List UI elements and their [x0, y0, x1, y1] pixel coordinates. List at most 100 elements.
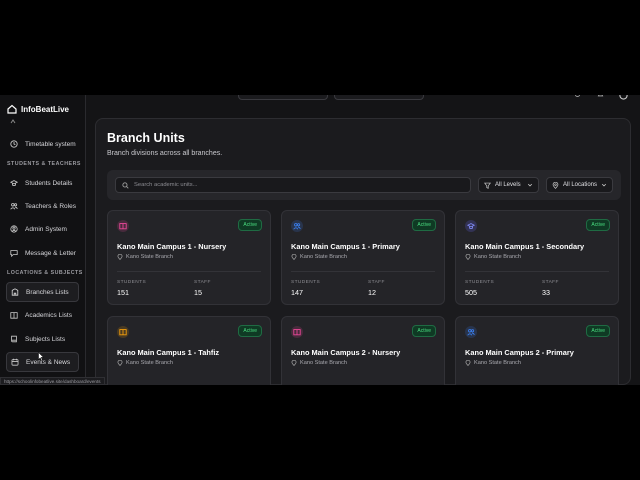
staff-count: 33	[542, 288, 550, 297]
sidebar-item-students[interactable]: Students Details	[6, 173, 79, 193]
scroll-indicator-icon	[10, 119, 16, 124]
chevron-down-icon	[601, 183, 607, 187]
status-badge: Active	[412, 325, 436, 337]
sidebar-item-academics[interactable]: Academics Lists	[6, 305, 79, 325]
map-pin-icon	[465, 254, 471, 260]
sidebar-item-label: Branches Lists	[26, 288, 69, 296]
sidebar-item-label: Admin System	[25, 225, 67, 233]
students-label: STUDENTS	[117, 280, 147, 285]
graduation-cap-icon	[465, 220, 477, 232]
status-bar-url: https://schoolinfobeatlive.site/dashboar…	[0, 377, 105, 385]
card-location: Kano State Branch	[465, 360, 521, 366]
card-location: Kano State Branch	[291, 360, 347, 366]
top-bar	[86, 95, 640, 101]
divider	[117, 271, 261, 272]
section-label-students-teachers: STUDENTS & TEACHERS	[7, 161, 81, 167]
brand[interactable]: InfoBeatLive	[7, 104, 69, 114]
staff-count: 15	[194, 288, 202, 297]
academics-icon	[10, 311, 18, 319]
card-title: Kano Main Campus 1 - Primary	[291, 242, 400, 251]
branch-card[interactable]: Active Kano Main Campus 1 - Primary Kano…	[281, 210, 445, 305]
branch-card[interactable]: Active Kano Main Campus 1 - Nursery Kano…	[107, 210, 271, 305]
graduation-cap-icon	[10, 179, 18, 187]
users-icon	[291, 220, 303, 232]
card-title: Kano Main Campus 1 - Tahfiz	[117, 348, 220, 357]
card-location: Kano State Branch	[117, 360, 173, 366]
book-icon	[291, 326, 303, 338]
add-member-button[interactable]	[334, 95, 424, 100]
status-badge: Active	[238, 325, 262, 337]
section-label-locations-subjects: LOCATIONS & SUBJECTS	[7, 270, 83, 276]
map-pin-icon	[117, 254, 123, 260]
avatar[interactable]	[619, 95, 628, 100]
filter-bar: All Levels All Locations	[107, 170, 621, 200]
card-location: Kano State Branch	[291, 254, 347, 260]
status-badge: Active	[238, 219, 262, 231]
book-icon	[10, 335, 18, 343]
status-badge: Active	[412, 219, 436, 231]
chevron-down-icon	[527, 183, 533, 187]
card-title: Kano Main Campus 2 - Nursery	[291, 348, 401, 357]
sidebar-item-label: Timetable system	[25, 140, 76, 148]
branch-card[interactable]: Active Kano Main Campus 1 - Tahfiz Kano …	[107, 316, 271, 385]
students-count: 151	[117, 288, 129, 297]
search-icon	[122, 181, 129, 189]
card-location-text: Kano State Branch	[126, 254, 173, 260]
divider	[291, 271, 435, 272]
card-title: Kano Main Campus 2 - Primary	[465, 348, 574, 357]
card-location-text: Kano State Branch	[126, 360, 173, 366]
card-title: Kano Main Campus 1 - Secondary	[465, 242, 585, 251]
card-location-text: Kano State Branch	[474, 360, 521, 366]
students-label: STUDENTS	[465, 280, 495, 285]
home-icon	[7, 104, 17, 114]
branch-card[interactable]: Active Kano Main Campus 2 - Nursery Kano…	[281, 316, 445, 385]
card-location-text: Kano State Branch	[300, 254, 347, 260]
level-filter-dropdown[interactable]: All Levels	[478, 177, 539, 193]
search-box[interactable]	[115, 177, 471, 193]
branch-card[interactable]: Active Kano Main Campus 1 - Secondary Ka…	[455, 210, 619, 305]
bell-icon[interactable]	[597, 95, 604, 98]
card-location-text: Kano State Branch	[474, 254, 521, 260]
card-location: Kano State Branch	[117, 254, 173, 260]
app-window: InfoBeatLive Timetable system STUDENTS &…	[0, 95, 640, 385]
map-pin-icon	[291, 254, 297, 260]
users-icon	[10, 202, 18, 210]
branch-card[interactable]: Active Kano Main Campus 2 - Primary Kano…	[455, 316, 619, 385]
students-count: 147	[291, 288, 303, 297]
sidebar-item-teachers[interactable]: Teachers & Roles	[6, 196, 79, 216]
map-pin-icon	[552, 181, 559, 189]
building-icon	[11, 288, 19, 296]
page-subtitle: Branch divisions across all branches.	[107, 150, 223, 157]
sidebar-item-label: Subjects Lists	[25, 335, 66, 343]
clock-icon	[10, 140, 18, 148]
app-title: InfoBeatLive	[21, 104, 70, 114]
staff-label: STAFF	[542, 280, 559, 285]
sidebar-item-timetable[interactable]: Timetable system	[6, 134, 79, 154]
level-filter-value: All Levels	[495, 182, 521, 188]
sidebar-item-subjects[interactable]: Subjects Lists	[6, 329, 79, 349]
mouse-cursor-icon	[38, 352, 44, 361]
sidebar-item-admin[interactable]: Admin System	[6, 219, 79, 239]
sidebar: InfoBeatLive Timetable system STUDENTS &…	[0, 95, 86, 385]
main-panel: Branch Units Branch divisions across all…	[95, 118, 631, 385]
filter-icon	[484, 182, 491, 189]
map-pin-icon	[465, 360, 471, 366]
staff-count: 12	[368, 288, 376, 297]
sidebar-item-branches[interactable]: Branches Lists	[6, 282, 79, 302]
portal-settings-button[interactable]	[238, 95, 328, 100]
map-pin-icon	[117, 360, 123, 366]
sidebar-item-label: Teachers & Roles	[25, 202, 76, 210]
sidebar-item-label: Events & News	[26, 358, 71, 366]
card-location-text: Kano State Branch	[300, 360, 347, 366]
search-input[interactable]	[134, 182, 454, 188]
location-filter-value: All Locations	[563, 182, 598, 188]
sidebar-item-label: Message & Letter	[25, 249, 76, 257]
students-label: STUDENTS	[291, 280, 321, 285]
message-icon	[10, 249, 18, 257]
theme-icon[interactable]	[574, 95, 581, 98]
page-title: Branch Units	[107, 131, 185, 145]
location-filter-dropdown[interactable]: All Locations	[546, 177, 613, 193]
divider	[465, 271, 609, 272]
sidebar-item-messages[interactable]: Message & Letter	[6, 243, 79, 263]
map-pin-icon	[291, 360, 297, 366]
